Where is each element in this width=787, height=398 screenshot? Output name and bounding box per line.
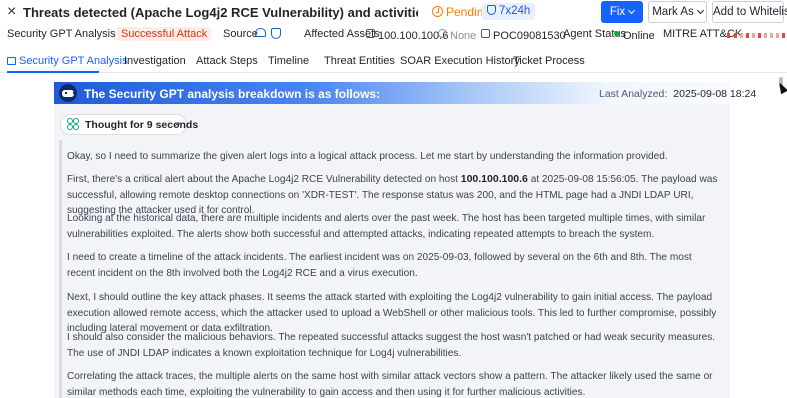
host-icon bbox=[481, 29, 490, 38]
clock-icon bbox=[432, 6, 443, 17]
online-dot-icon bbox=[614, 31, 619, 36]
source-label: Source bbox=[223, 28, 258, 40]
asset-poc-value: POC09081530 bbox=[493, 30, 566, 42]
active-tab-indicator bbox=[7, 71, 99, 73]
fix-button[interactable]: Fix bbox=[601, 1, 643, 23]
agent-status-text: Online bbox=[623, 30, 655, 42]
analysis-banner: The Security GPT analysis breakdown is a… bbox=[54, 82, 756, 104]
source-engine-icon[interactable] bbox=[255, 28, 266, 40]
banner-title: The Security GPT analysis breakdown is a… bbox=[84, 87, 381, 101]
close-icon[interactable]: × bbox=[7, 4, 16, 20]
agent-status-value: Online bbox=[614, 28, 655, 42]
reasoning-paragraph: I need to create a timeline of the attac… bbox=[67, 252, 692, 279]
asset-ip[interactable]: 100.100.100.6 bbox=[366, 28, 448, 42]
tab-soar-execution-history[interactable]: SOAR Execution History bbox=[400, 55, 520, 67]
mark-as-button-label: Mark As bbox=[652, 6, 694, 18]
chevron-down-icon bbox=[628, 6, 636, 15]
thinking-icon bbox=[67, 118, 80, 131]
reasoning-paragraph: Looking at the historical data, there ar… bbox=[67, 213, 706, 240]
tab-security-gpt-analysis[interactable]: Security GPT Analysis bbox=[7, 55, 128, 67]
tab-investigation[interactable]: Investigation bbox=[124, 55, 186, 67]
shield-check-icon bbox=[487, 5, 496, 15]
gpt-result-tag: Successful Attack bbox=[117, 27, 212, 41]
tab-ticket-process[interactable]: Ticket Process bbox=[513, 55, 585, 67]
tab-bar: Security GPT Analysis Investigation Atta… bbox=[0, 50, 787, 73]
reasoning-paragraph: Okay, so I need to summarize the given a… bbox=[67, 151, 668, 162]
host-ip-bold: 100.100.100.6 bbox=[460, 173, 528, 185]
reasoning-paragraph: Correlating the attack traces, the multi… bbox=[67, 371, 713, 398]
tab-timeline[interactable]: Timeline bbox=[268, 55, 309, 67]
source-shield-icon[interactable] bbox=[271, 28, 281, 42]
alert-header: × Threats detected (Apache Log4j2 RCE Vu… bbox=[0, 0, 787, 26]
last-analyzed-label: Last Analyzed: bbox=[599, 88, 668, 100]
add-to-whitelist-button[interactable]: Add to Whitelist bbox=[712, 1, 787, 23]
sla-badge: 7x24h bbox=[482, 3, 536, 20]
mitre-tactics-bar[interactable] bbox=[727, 33, 787, 38]
page-title: Threats detected (Apache Log4j2 RCE Vuln… bbox=[23, 5, 418, 20]
last-analyzed: Last Analyzed: 2025-09-08 18:24 bbox=[599, 88, 756, 100]
tab-label: Security GPT Analysis bbox=[19, 55, 128, 67]
server-icon bbox=[366, 29, 375, 38]
alert-meta-row: Security GPT Analysis Result Successful … bbox=[0, 26, 787, 42]
gpt-analysis-panel: The Security GPT analysis breakdown is a… bbox=[54, 82, 756, 398]
paragraph-text: First, there's a critical alert about th… bbox=[67, 174, 461, 185]
book-icon bbox=[7, 57, 16, 65]
tab-attack-steps[interactable]: Attack Steps bbox=[196, 55, 258, 67]
reasoning-paragraph: I should also consider the malicious beh… bbox=[67, 332, 716, 359]
tab-threat-entities[interactable]: Threat Entities bbox=[324, 55, 395, 67]
robot-avatar-icon bbox=[59, 84, 77, 102]
chevron-down-icon bbox=[696, 6, 704, 15]
asset-poc[interactable]: POC09081530 bbox=[481, 28, 566, 42]
sla-label: 7x24h bbox=[499, 5, 531, 17]
user-icon bbox=[438, 29, 447, 38]
last-analyzed-value: 2025-09-08 18:24 bbox=[673, 88, 757, 100]
thought-toggle[interactable]: Thought for 9 seconds bbox=[60, 114, 198, 135]
reasoning-rail bbox=[59, 140, 62, 398]
mouse-cursor-icon bbox=[775, 80, 787, 95]
asset-none-value: None bbox=[450, 30, 477, 42]
fix-button-label: Fix bbox=[609, 6, 626, 18]
asset-none: None bbox=[438, 28, 476, 42]
mark-as-button[interactable]: Mark As bbox=[648, 1, 707, 23]
